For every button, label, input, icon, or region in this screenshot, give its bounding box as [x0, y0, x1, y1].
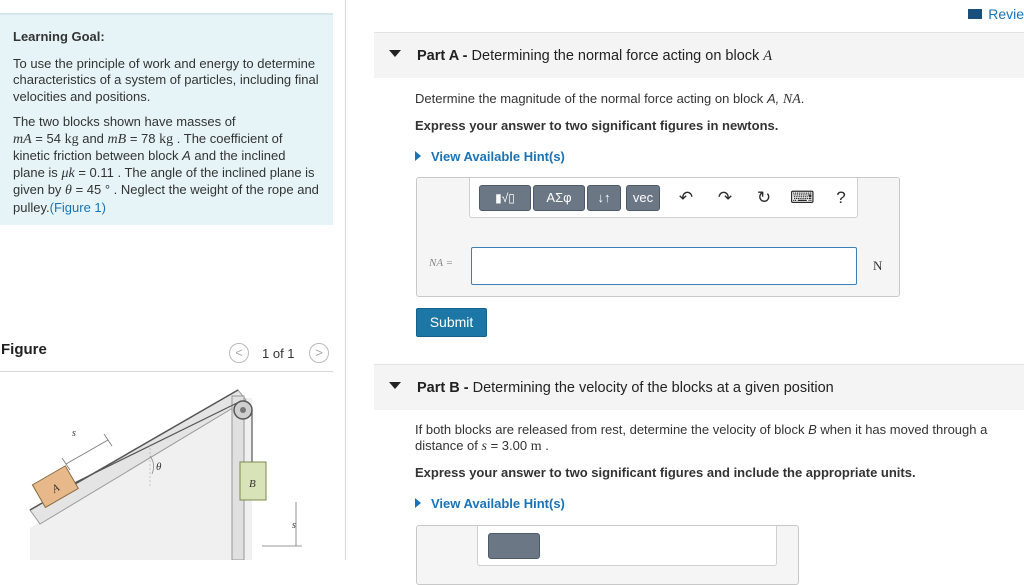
subscript-superscript-button[interactable]: ↓↑ — [587, 185, 621, 211]
expand-arrow-icon — [415, 498, 421, 508]
math-toolbar-b — [477, 526, 777, 566]
part-a-instruction: Express your answer to two significant f… — [415, 118, 779, 133]
vector-button[interactable]: vec — [626, 185, 660, 211]
figure-image: s θ A B s — [29, 389, 302, 560]
figure-label-theta: θ — [156, 461, 162, 473]
right-panel: Revie Part A - Determining the normal fo… — [347, 0, 1024, 585]
mass-a-symbol: mA — [13, 131, 32, 147]
collapse-triangle-icon[interactable] — [389, 382, 401, 389]
greek-symbols-button[interactable]: ΑΣφ — [533, 185, 585, 211]
keyboard-icon[interactable]: ⌨ — [790, 187, 815, 209]
templates-button-b[interactable] — [488, 533, 540, 559]
figure-label-s-vertical: s — [292, 520, 296, 531]
figure-label-block-b: B — [249, 478, 256, 490]
part-a-hint-toggle[interactable]: View Available Hint(s) — [415, 149, 565, 164]
part-a-prompt: Determine the magnitude of the normal fo… — [415, 91, 805, 107]
learning-goal-heading: Learning Goal: — [13, 29, 105, 44]
part-b-prompt: If both blocks are released from rest, d… — [415, 422, 988, 454]
answer-unit: N — [873, 258, 883, 273]
part-b-answer-box — [416, 525, 799, 585]
theta-symbol: θ — [65, 183, 72, 198]
part-a-title: Part A - Determining the normal force ac… — [417, 48, 773, 64]
answer-input[interactable] — [471, 247, 857, 285]
redo-icon[interactable]: ↷ — [714, 187, 736, 209]
part-a-answer-box: ▮√▯ ΑΣφ ↓↑ vec ↶ ↷ ↻ ⌨ ? NA = N — [416, 177, 900, 297]
help-icon[interactable]: ? — [830, 187, 852, 209]
mass-b-symbol: mB — [107, 131, 127, 147]
undo-icon[interactable]: ↶ — [675, 187, 697, 209]
part-b-header[interactable]: Part B - Determining the velocity of the… — [374, 364, 1024, 410]
templates-button[interactable]: ▮√▯ — [479, 185, 531, 211]
figure-next-button[interactable]: > — [309, 343, 329, 363]
submit-button[interactable]: Submit — [416, 308, 487, 337]
figure-link[interactable]: (Figure 1) — [50, 200, 106, 215]
figure-header: Figure < 1 of 1 > — [0, 336, 333, 372]
reset-icon[interactable]: ↻ — [753, 187, 775, 209]
figure-label-s-incline: s — [72, 428, 76, 439]
math-toolbar: ▮√▯ ΑΣφ ↓↑ vec ↶ ↷ ↻ ⌨ ? — [469, 178, 858, 218]
expand-arrow-icon — [415, 151, 421, 161]
given-data-text: The two blocks shown have masses of mA =… — [13, 114, 319, 215]
figure-prev-button[interactable]: < — [229, 343, 249, 363]
part-a-header[interactable]: Part A - Determining the normal force ac… — [374, 32, 1024, 78]
learning-goal-text: To use the principle of work and energy … — [13, 55, 319, 104]
answer-label: NA = — [429, 257, 454, 269]
figure-counter: 1 of 1 — [262, 346, 295, 361]
learning-goal-panel: Learning Goal: To use the principle of w… — [0, 13, 333, 225]
book-icon — [968, 9, 983, 19]
part-b-instruction: Express your answer to two significant f… — [415, 465, 916, 480]
mu-symbol: μk — [61, 165, 75, 181]
review-link[interactable]: Revie — [968, 6, 1024, 22]
part-b-title: Part B - Determining the velocity of the… — [417, 380, 834, 396]
left-panel: Learning Goal: To use the principle of w… — [0, 0, 346, 560]
figure-title: Figure — [1, 341, 47, 358]
part-b-hint-toggle[interactable]: View Available Hint(s) — [415, 496, 565, 511]
collapse-triangle-icon[interactable] — [389, 50, 401, 57]
